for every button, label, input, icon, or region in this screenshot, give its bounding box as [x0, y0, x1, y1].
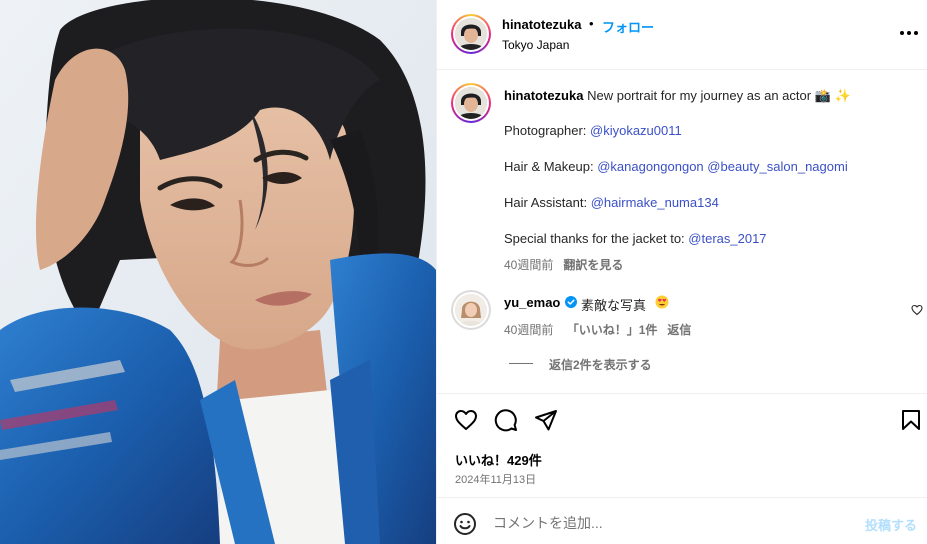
author-username[interactable]: hinatotezuka [502, 17, 581, 32]
mention-link[interactable]: @kiyokazu0011 [590, 123, 682, 138]
comment-like-heart-icon[interactable] [911, 304, 923, 316]
post-comment-button[interactable]: 投稿する [865, 515, 917, 534]
replies-divider-line [509, 363, 533, 364]
credit-label: Photographer: [504, 123, 591, 138]
reply-button[interactable]: 返信 [667, 323, 691, 337]
post-details-panel: hinatotezuka • フォロー Tokyo Japan hinatote… [436, 0, 927, 544]
comment-icon[interactable] [494, 408, 518, 432]
credit-label: Hair & Makeup: [504, 159, 598, 174]
comments-section[interactable]: hinatotezuka New portrait for my journey… [437, 70, 927, 392]
post-header: hinatotezuka • フォロー Tokyo Japan [437, 0, 927, 70]
caption-body: New portrait for my journey as an actor … [587, 88, 851, 103]
avatar-image [455, 294, 487, 326]
mention-link[interactable]: @teras_2017 [688, 231, 766, 246]
separator-dot: • [589, 16, 594, 31]
post-actions: いいね！429件 2024年11月13日 [437, 393, 927, 497]
post-date[interactable]: 2024年11月13日 [455, 471, 536, 487]
commenter-avatar[interactable] [451, 290, 491, 330]
caption-author-avatar[interactable] [451, 83, 491, 123]
share-icon[interactable] [534, 408, 558, 432]
mention-link[interactable]: @kanagongongon [597, 159, 703, 174]
view-replies-button[interactable]: 返信2件を表示する [549, 356, 652, 373]
post-photo[interactable] [0, 0, 436, 544]
avatar-image [455, 87, 487, 119]
caption-timestamp[interactable]: 40週間前 [504, 258, 553, 272]
comment-likes-count[interactable]: 「いいね！」1件 [567, 323, 658, 337]
mention-link[interactable]: @hairmake_numa134 [591, 195, 719, 210]
comment-timestamp[interactable]: 40週間前 [504, 323, 553, 337]
caption-credit-line: Photographer: @kiyokazu0011 [504, 123, 682, 138]
verified-badge-icon [565, 296, 577, 308]
comment-text: 素敵な写真 [581, 298, 647, 313]
credit-label: Special thanks for the jacket to: [504, 231, 689, 246]
likes-count[interactable]: いいね！429件 [455, 450, 542, 469]
caption-credit-line: Special thanks for the jacket to: @teras… [504, 231, 767, 246]
portrait-image [0, 0, 436, 544]
credit-label: Hair Assistant: [504, 195, 591, 210]
emoji-picker-icon[interactable] [453, 512, 477, 536]
bookmark-icon[interactable] [899, 408, 923, 432]
caption-credit-line: Hair & Makeup: @kanagongongon @beauty_sa… [504, 159, 848, 174]
heart-icon[interactable] [454, 408, 478, 432]
caption-username[interactable]: hinatotezuka [504, 88, 583, 103]
translate-button[interactable]: 翻訳を見る [563, 258, 623, 272]
more-options-icon[interactable] [898, 23, 920, 43]
caption-credit-line: Hair Assistant: @hairmake_numa134 [504, 195, 719, 210]
heart-eyes-emoji-icon [655, 295, 669, 309]
commenter-username[interactable]: yu_emao [504, 295, 560, 310]
mention-link[interactable]: @beauty_salon_nagomi [707, 159, 847, 174]
follow-button[interactable]: フォロー [602, 17, 654, 36]
comment-meta: 40週間前 「いいね！」1件 返信 [504, 321, 691, 338]
comment-composer: 投稿する [437, 497, 927, 544]
avatar-image [455, 18, 487, 50]
caption-meta: 40週間前 翻訳を見る [504, 256, 623, 273]
author-avatar[interactable] [451, 14, 491, 54]
caption-text: hinatotezuka New portrait for my journey… [504, 87, 904, 105]
location-link[interactable]: Tokyo Japan [502, 38, 569, 52]
comment-input[interactable] [493, 510, 853, 536]
